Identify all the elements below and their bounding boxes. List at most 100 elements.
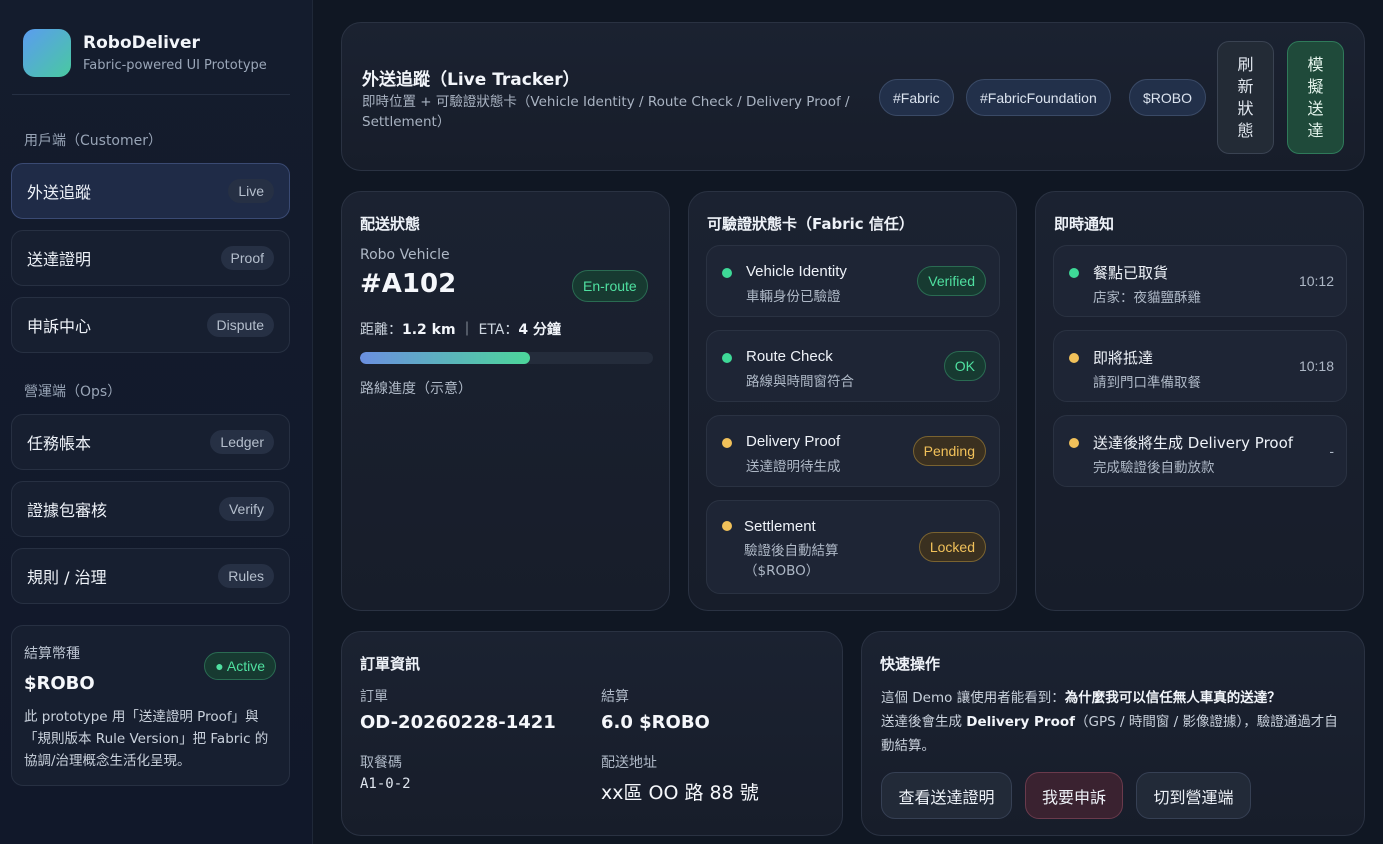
distance-value: 1.2 km bbox=[402, 322, 456, 338]
sidebar-item-label: 證據包審核 bbox=[27, 501, 108, 520]
status-badge: Pending bbox=[912, 436, 986, 466]
sidebar-item-dispute[interactable]: 申訴中心 Dispute bbox=[11, 297, 290, 353]
status-dot-icon bbox=[722, 268, 732, 278]
sidebar-item-badge: Live bbox=[228, 179, 274, 203]
sidebar-item-live-tracker[interactable]: 外送追蹤 Live bbox=[11, 163, 290, 219]
eta-value: 4 分鐘 bbox=[518, 322, 561, 338]
verify-item-sub: 路線與時間窗符合 bbox=[746, 374, 854, 390]
sidebar-item-badge: Rules bbox=[218, 564, 274, 588]
quick-actions-card: 快速操作 這個 Demo 讓使用者能看到：為什麼我可以信任無人車真的送達？ 送達… bbox=[861, 631, 1365, 836]
switch-to-ops-button[interactable]: 切到營運端 bbox=[1136, 772, 1251, 819]
desc-text: 這個 Demo 讓使用者能看到： bbox=[881, 690, 1065, 706]
sidebar-divider bbox=[12, 94, 290, 95]
simulate-delivery-button[interactable]: 模擬送達 bbox=[1287, 41, 1344, 154]
status-dot-icon bbox=[1069, 438, 1079, 448]
settle-value: 6.0 $ROBO bbox=[601, 712, 710, 733]
status-badge: ● Active bbox=[204, 652, 276, 680]
distance-eta: 距離：1.2 km ｜ ETA：4 分鐘 bbox=[360, 319, 561, 339]
status-badge: Locked bbox=[918, 532, 986, 562]
tag-robo[interactable]: $ROBO bbox=[1129, 79, 1207, 116]
notification-item[interactable]: 即將抵達 請到門口準備取餐 10:18 bbox=[1053, 330, 1347, 402]
refresh-button[interactable]: 刷新狀態 bbox=[1217, 41, 1274, 154]
settlement-description: 此 prototype 用「送達證明 Proof」與「規則版本 Rule Ver… bbox=[24, 709, 269, 769]
view-proof-button[interactable]: 查看送達證明 bbox=[881, 772, 1012, 819]
sidebar: RoboDeliver Fabric-powered UI Prototype … bbox=[0, 0, 313, 844]
notification-item[interactable]: 送達後將生成 Delivery Proof 完成驗證後自動放款 - bbox=[1053, 415, 1347, 487]
vehicle-label: Robo Vehicle bbox=[360, 247, 450, 263]
desc-text: 送達後會生成 bbox=[881, 714, 967, 730]
address-label: 配送地址 bbox=[601, 755, 657, 771]
card-title: 快速操作 bbox=[880, 655, 941, 673]
card-title: 配送狀態 bbox=[360, 215, 421, 233]
notification-time: 10:18 bbox=[1298, 358, 1334, 374]
notification-title: 送達後將生成 Delivery Proof bbox=[1093, 434, 1294, 452]
header-card: 外送追蹤（Live Tracker） 即時位置 + 可驗證狀態卡（Vehicle… bbox=[341, 22, 1365, 171]
notifications-card: 即時通知 餐點已取貨 店家：夜貓鹽酥雞 10:12 即將抵達 請到門口準備取餐 … bbox=[1035, 191, 1364, 611]
notification-time: - bbox=[1329, 443, 1334, 459]
verify-item-title: Settlement bbox=[744, 518, 816, 535]
pickup-code: A1-0-2 bbox=[360, 776, 411, 792]
sidebar-item-label: 申訴中心 bbox=[27, 317, 92, 336]
verify-item-delivery-proof[interactable]: Delivery Proof 送達證明待生成 Pending bbox=[706, 415, 1000, 487]
verify-item-settlement[interactable]: Settlement 驗證後自動結算（$ROBO） Locked bbox=[706, 500, 1000, 594]
sidebar-item-label: 送達證明 bbox=[27, 250, 92, 269]
sidebar-item-rules[interactable]: 規則 / 治理 Rules bbox=[11, 548, 290, 604]
notification-time: 10:12 bbox=[1298, 273, 1334, 289]
status-dot-icon bbox=[1069, 268, 1079, 278]
pickup-label: 取餐碼 bbox=[360, 755, 402, 771]
sidebar-item-label: 任務帳本 bbox=[27, 434, 92, 453]
sidebar-item-badge: Ledger bbox=[210, 430, 274, 454]
sidebar-item-badge: Verify bbox=[218, 497, 274, 521]
desc-emphasis: 為什麼我可以信任無人車真的送達？ bbox=[1064, 690, 1281, 706]
sidebar-item-label: 規則 / 治理 bbox=[27, 568, 107, 587]
section-ops: 營運端（Ops） bbox=[24, 384, 122, 400]
settlement-card: 結算幣種 $ROBO ● Active 此 prototype 用「送達證明 P… bbox=[11, 625, 290, 786]
tag-fabric-foundation[interactable]: #FabricFoundation bbox=[966, 79, 1111, 116]
progress-label: 路線進度（示意） bbox=[360, 381, 472, 397]
section-customer: 用戶端（Customer） bbox=[24, 133, 163, 149]
notification-title: 餐點已取貨 bbox=[1093, 264, 1169, 282]
verify-item-sub: 送達證明待生成 bbox=[746, 459, 841, 475]
brand: RoboDeliver Fabric-powered UI Prototype bbox=[23, 29, 267, 77]
quick-actions-description: 這個 Demo 讓使用者能看到：為什麼我可以信任無人車真的送達？ 送達後會生成 … bbox=[881, 686, 1351, 758]
card-title: 即時通知 bbox=[1054, 215, 1115, 233]
page-subtitle: 即時位置 + 可驗證狀態卡（Vehicle Identity / Route C… bbox=[362, 94, 850, 130]
delivery-status-card: 配送狀態 Robo Vehicle #A102 En-route 距離：1.2 … bbox=[341, 191, 670, 611]
settle-label: 結算 bbox=[601, 689, 629, 705]
route-progress-fill bbox=[360, 352, 530, 364]
notification-sub: 請到門口準備取餐 bbox=[1093, 375, 1201, 391]
verify-item-sub: 車輛身份已驗證 bbox=[746, 289, 841, 305]
sidebar-item-ledger[interactable]: 任務帳本 Ledger bbox=[11, 414, 290, 470]
sidebar-item-badge: Dispute bbox=[206, 313, 274, 337]
brand-subtitle: Fabric-powered UI Prototype bbox=[83, 58, 267, 73]
verify-item-route-check[interactable]: Route Check 路線與時間窗符合 OK bbox=[706, 330, 1000, 402]
order-id: OD-20260228-1421 bbox=[360, 712, 556, 733]
verify-item-title: Delivery Proof bbox=[746, 433, 841, 450]
verify-item-vehicle-identity[interactable]: Vehicle Identity 車輛身份已驗證 Verified bbox=[706, 245, 1000, 317]
verify-item-title: Vehicle Identity bbox=[746, 263, 847, 280]
status-dot-icon bbox=[722, 353, 732, 363]
verify-item-sub: 驗證後自動結算（$ROBO） bbox=[744, 543, 839, 579]
status-badge: En-route bbox=[572, 270, 648, 302]
notification-title: 即將抵達 bbox=[1093, 349, 1154, 367]
verification-card: 可驗證狀態卡（Fabric 信任） Vehicle Identity 車輛身份已… bbox=[688, 191, 1017, 611]
route-progress-bar bbox=[360, 352, 653, 364]
tag-fabric[interactable]: #Fabric bbox=[879, 79, 954, 116]
page-title: 外送追蹤（Live Tracker） bbox=[362, 70, 580, 90]
distance-prefix: 距離： bbox=[360, 322, 402, 338]
card-title: 訂單資訊 bbox=[360, 655, 421, 673]
sidebar-item-proof[interactable]: 送達證明 Proof bbox=[11, 230, 290, 286]
sidebar-item-verify[interactable]: 證據包審核 Verify bbox=[11, 481, 290, 537]
order-info-card: 訂單資訊 訂單 OD-20260228-1421 結算 6.0 $ROBO 取餐… bbox=[341, 631, 843, 836]
verify-item-title: Route Check bbox=[746, 348, 833, 365]
app-logo bbox=[23, 29, 71, 77]
notification-item[interactable]: 餐點已取貨 店家：夜貓鹽酥雞 10:12 bbox=[1053, 245, 1347, 317]
notification-sub: 完成驗證後自動放款 bbox=[1093, 460, 1215, 476]
sidebar-item-badge: Proof bbox=[220, 246, 274, 270]
file-dispute-button[interactable]: 我要申訴 bbox=[1025, 772, 1123, 819]
desc-emphasis: Delivery Proof bbox=[966, 714, 1076, 730]
brand-title: RoboDeliver bbox=[83, 33, 200, 53]
card-title: 可驗證狀態卡（Fabric 信任） bbox=[707, 215, 914, 233]
status-dot-icon bbox=[1069, 353, 1079, 363]
order-label: 訂單 bbox=[360, 689, 388, 705]
